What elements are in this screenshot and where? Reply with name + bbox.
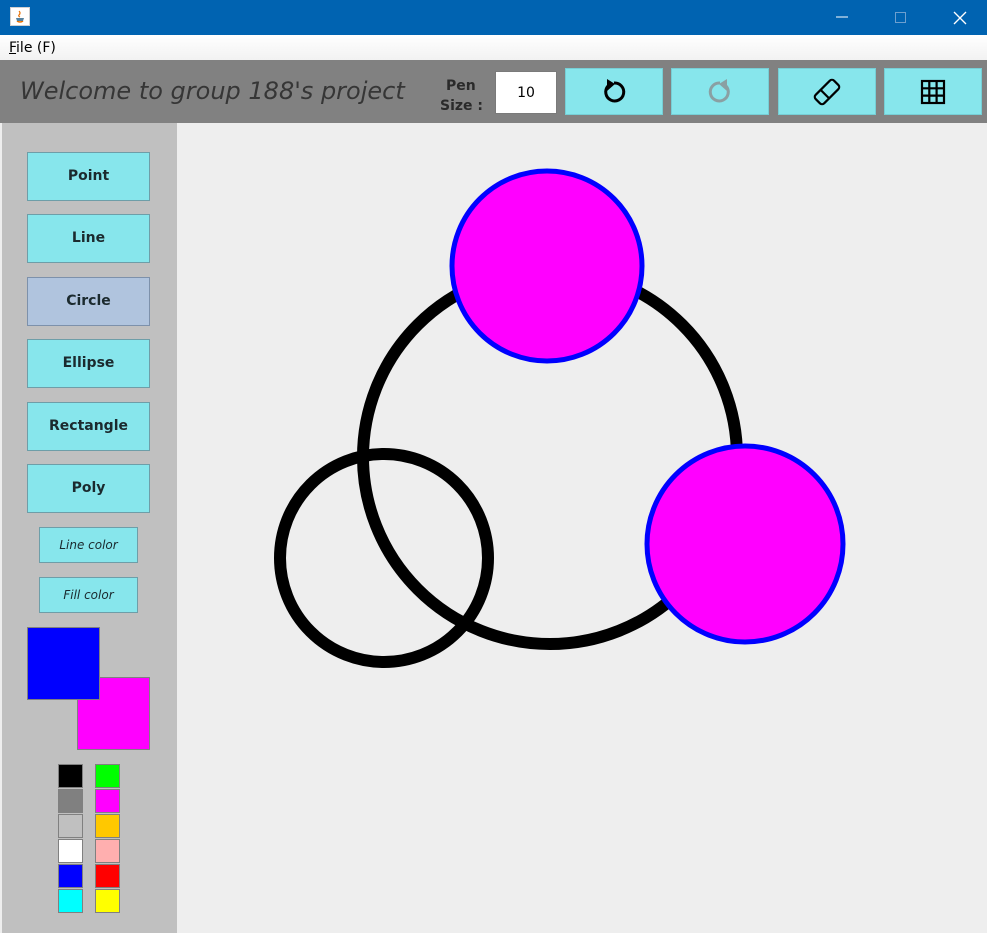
tool-sidebar: Point Line Circle Ellipse Rectangle Poly… bbox=[2, 123, 177, 933]
line-color-button[interactable]: Line color bbox=[39, 527, 138, 563]
menu-file[interactable]: File (F) bbox=[9, 40, 56, 56]
redo-button[interactable] bbox=[671, 68, 769, 115]
menu-file-mnemonic: F bbox=[9, 40, 17, 56]
undo-button[interactable] bbox=[565, 68, 663, 115]
palette-swatch[interactable] bbox=[58, 864, 83, 888]
welcome-title: Welcome to group 188's project bbox=[20, 77, 405, 105]
palette-swatch[interactable] bbox=[95, 839, 120, 863]
redo-icon bbox=[708, 78, 730, 102]
palette-swatch[interactable] bbox=[95, 764, 120, 788]
palette-swatch[interactable] bbox=[58, 764, 83, 788]
line-button[interactable]: Line bbox=[27, 214, 150, 263]
palette-swatch[interactable] bbox=[95, 864, 120, 888]
pen-size-label: Pen Size : bbox=[440, 76, 490, 116]
drawn-filled-circle-top bbox=[449, 168, 645, 364]
palette-swatch[interactable] bbox=[58, 789, 83, 813]
point-button[interactable]: Point bbox=[27, 152, 150, 201]
undo-icon bbox=[604, 78, 626, 102]
minimize-button[interactable] bbox=[819, 0, 865, 35]
drawn-filled-circle-right bbox=[644, 443, 846, 645]
eraser-icon bbox=[813, 78, 841, 105]
pen-label-line1: Pen bbox=[446, 78, 476, 94]
palette-swatch[interactable] bbox=[58, 889, 83, 913]
menu-file-label: ile (F) bbox=[16, 40, 56, 56]
palette-swatch[interactable] bbox=[95, 889, 120, 913]
grid-button[interactable] bbox=[884, 68, 982, 115]
rectangle-button[interactable]: Rectangle bbox=[27, 402, 150, 451]
pen-size-input[interactable] bbox=[495, 71, 557, 114]
ellipse-button[interactable]: Ellipse bbox=[27, 339, 150, 388]
fill-color-button[interactable]: Fill color bbox=[39, 577, 138, 613]
poly-button[interactable]: Poly bbox=[27, 464, 150, 513]
maximize-button[interactable] bbox=[878, 0, 924, 35]
window-titlebar[interactable] bbox=[0, 0, 987, 35]
eraser-button[interactable] bbox=[778, 68, 876, 115]
palette-swatch[interactable] bbox=[58, 839, 83, 863]
drawn-small-circle bbox=[274, 448, 494, 668]
grid-icon bbox=[920, 79, 946, 104]
circle-button[interactable]: Circle bbox=[27, 277, 150, 326]
palette-swatch[interactable] bbox=[95, 814, 120, 838]
top-toolbar: Welcome to group 188's project Pen Size … bbox=[0, 60, 987, 123]
drawing-canvas[interactable] bbox=[177, 123, 987, 933]
pen-label-line2: Size : bbox=[440, 98, 483, 114]
close-button[interactable] bbox=[937, 0, 983, 35]
java-app-icon[interactable] bbox=[10, 7, 30, 26]
current-line-color-swatch[interactable] bbox=[27, 627, 100, 700]
palette-swatch[interactable] bbox=[95, 789, 120, 813]
palette-swatch[interactable] bbox=[58, 814, 83, 838]
menu-bar: File (F) bbox=[0, 35, 987, 60]
